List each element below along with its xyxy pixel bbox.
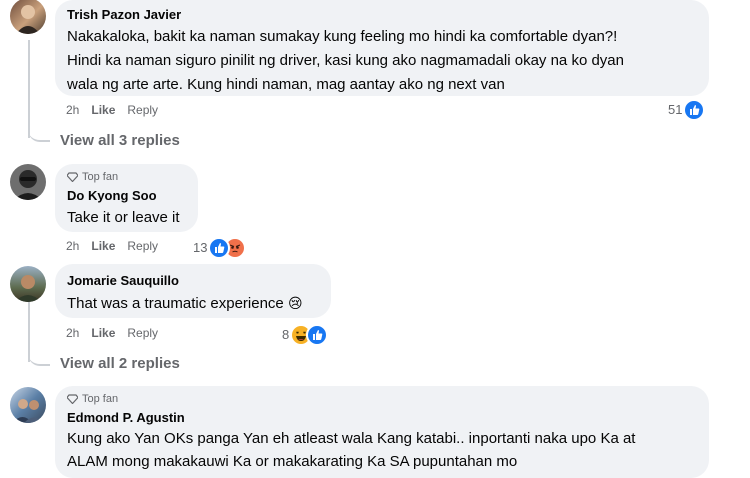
reply-button[interactable]: Reply — [127, 102, 158, 118]
comment-text: Kung ako Yan OKs panga Yan eh atleast wa… — [67, 430, 636, 447]
comment-actions: 2h Like Reply — [66, 238, 158, 254]
comment-text: Nakakaloka, bakit ka naman sumakay kung … — [67, 28, 618, 45]
top-fan-diamond-icon — [67, 172, 78, 182]
reaction-summary[interactable]: 8 — [282, 324, 329, 346]
comment-text: Take it or leave it — [67, 209, 180, 226]
like-reaction-icon — [208, 237, 231, 259]
comment-actions: 2h Like Reply — [66, 325, 158, 341]
reaction-summary[interactable]: 51 — [668, 99, 706, 121]
comment-author[interactable]: Jomarie Sauquillo — [67, 273, 319, 289]
comment-text-body: That was a traumatic experience — [67, 295, 284, 312]
comment-time[interactable]: 2h — [66, 325, 79, 341]
comment-author[interactable]: Trish Pazon Javier — [67, 7, 697, 23]
comment-time[interactable]: 2h — [66, 238, 79, 254]
reaction-summary[interactable]: 13 — [193, 237, 247, 259]
reaction-count: 51 — [668, 102, 683, 117]
comment-time[interactable]: 2h — [66, 102, 79, 118]
thread-connector — [28, 334, 50, 366]
sad-emoji: 😢 — [287, 295, 303, 311]
comment-bubble: Trish Pazon Javier Nakakaloka, bakit ka … — [55, 0, 709, 96]
comment-author[interactable]: Do Kyong Soo — [67, 188, 186, 204]
top-fan-badge: Top fan — [67, 170, 186, 184]
view-replies-link[interactable]: View all 2 replies — [60, 355, 180, 372]
comment-text: wala ng arte arte. Kung hindi naman, mag… — [67, 76, 505, 93]
comment-bubble: Top fan Edmond P. Agustin Kung ako Yan O… — [55, 386, 709, 478]
reply-button[interactable]: Reply — [127, 238, 158, 254]
thread-connector — [28, 110, 50, 142]
avatar[interactable] — [10, 387, 46, 423]
like-button[interactable]: Like — [91, 102, 115, 118]
reaction-count: 8 — [282, 327, 290, 342]
like-reaction-icon — [306, 324, 329, 346]
comment-author[interactable]: Edmond P. Agustin — [67, 410, 697, 426]
top-fan-badge: Top fan — [67, 392, 697, 406]
reaction-count: 13 — [193, 240, 208, 255]
like-reaction-icon — [683, 99, 706, 121]
top-fan-label: Top fan — [82, 171, 119, 183]
top-fan-label: Top fan — [82, 393, 119, 405]
avatar[interactable] — [10, 0, 46, 34]
like-button[interactable]: Like — [91, 325, 115, 341]
avatar[interactable] — [10, 266, 46, 302]
avatar[interactable] — [10, 164, 46, 200]
reply-button[interactable]: Reply — [127, 325, 158, 341]
top-fan-diamond-icon — [67, 394, 78, 404]
comment-bubble: Jomarie Sauquillo That was a traumatic e… — [55, 264, 331, 318]
comment-text: Hindi ka naman siguro pinilit ng driver,… — [67, 52, 624, 69]
like-button[interactable]: Like — [91, 238, 115, 254]
view-replies-link[interactable]: View all 3 replies — [60, 132, 180, 149]
comment-bubble: Top fan Do Kyong Soo Take it or leave it — [55, 164, 198, 232]
comment-actions: 2h Like Reply — [66, 102, 158, 118]
comment-text: ALAM mong makakauwi Ka or makakarating K… — [67, 453, 518, 470]
comment-text: That was a traumatic experience 😢 — [67, 293, 319, 314]
